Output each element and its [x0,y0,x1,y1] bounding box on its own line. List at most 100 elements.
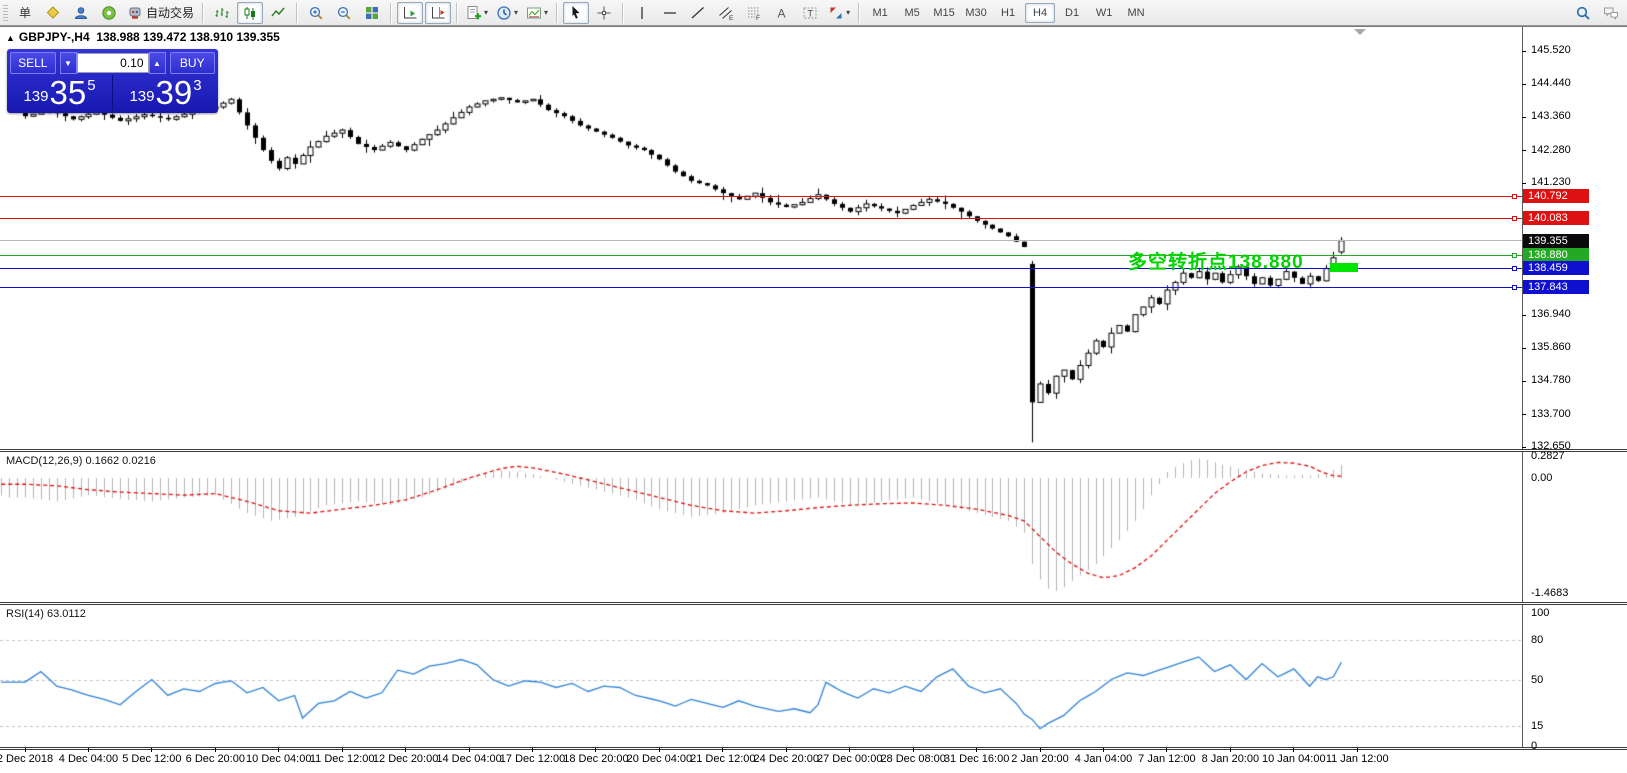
timeframe-m1-button[interactable]: M1 [865,3,895,23]
timeframe-h1-button[interactable]: H1 [993,3,1023,23]
time-axis-label: 21 Dec 12:00 [690,753,756,765]
chart-shift-button[interactable] [425,1,452,24]
chartshift-icon [430,5,446,21]
panel-separator-macd[interactable] [0,449,1627,452]
chart-shift-marker-icon[interactable] [1354,29,1366,35]
timeframe-d1-button[interactable]: D1 [1057,3,1087,23]
time-axis-tick [342,748,343,752]
rsi-axis-label: 50 [1531,673,1544,686]
svg-text:E: E [729,15,734,21]
timeframe-mn-button[interactable]: MN [1121,3,1151,23]
text-button[interactable]: A [769,2,795,24]
horizontal-line-resistance[interactable] [0,196,1522,197]
toolbar-separator [202,2,205,23]
fibonacci-button[interactable]: F [741,2,767,24]
toolbar-separator [556,2,559,23]
line-anchor-handle[interactable] [1512,253,1517,259]
zoom-out-button[interactable] [331,2,357,24]
volume-decrease-button[interactable]: ▼ [59,52,77,74]
chart-window[interactable]: ▲ GBPJPY-,H4 138.988 139.472 138.910 139.… [0,26,1627,773]
volume-input[interactable]: 0.10 [76,53,149,73]
turning-point-annotation[interactable]: 多空转折点138.880 [1128,247,1304,274]
arrows-button[interactable]: ▾ [825,2,853,24]
trendline-button[interactable] [685,2,711,24]
new-order-button[interactable]: 单 [12,2,38,24]
cursor-button[interactable] [563,1,590,24]
toolbar-separator [390,2,393,23]
time-axis-tick [1357,748,1358,752]
macd-label: MACD(12,26,9) 0.1662 0.0216 [6,455,156,467]
chart-title-ohlc: 138.988 139.472 138.910 139.355 [96,30,280,44]
candlestick-chart-button[interactable] [237,1,264,24]
panel-separator-rsi[interactable] [0,602,1627,605]
line-anchor-handle[interactable] [1512,266,1517,272]
profile-icon[interactable] [68,2,94,24]
buy-button[interactable]: BUY [169,52,215,74]
auto-trading-button-label: 自动交易 [146,6,195,20]
time-axis-label: 10 Dec 04:00 [246,753,312,765]
time-axis-label: 2 Jan 20:00 [1011,753,1069,765]
horizontal-line-button[interactable] [657,2,683,24]
time-axis-label: 10 Jan 04:00 [1261,753,1326,765]
time-axis-tick [849,748,850,752]
chart-box-icon[interactable] [40,2,66,24]
buy-price-base: 139 [129,88,155,105]
timeframe-w1-button[interactable]: W1 [1089,3,1119,23]
toolbar-drag-handle[interactable] [3,4,8,21]
equidistant-channel-button[interactable]: E [713,2,739,24]
auto-scroll-button[interactable] [397,1,424,24]
timeframe-m15-button[interactable]: M15 [929,3,959,23]
profile-icon [73,5,89,21]
chevron-down-icon[interactable]: ▾ [544,8,548,17]
time-axis-label: 18 Dec 20:00 [563,753,629,765]
time-axis-tick [976,748,977,752]
time-axis-tick [913,748,914,752]
vertical-line-button[interactable] [629,2,655,24]
time-axis-tick [1166,748,1167,752]
macd-axis-label: -1.4683 [1531,586,1569,599]
cursor-icon [568,5,584,21]
sell-button[interactable]: SELL [10,52,56,74]
robot-icon [127,5,143,21]
macd-axis-label: 0.2827 [1531,449,1565,462]
timeframe-m5-button[interactable]: M5 [897,3,927,23]
price-axis-tick [1522,315,1526,316]
indicators-button[interactable]: ▾ [463,2,491,24]
chevron-down-icon[interactable]: ▾ [846,8,850,17]
template-icon [526,5,542,21]
line-anchor-handle[interactable] [1512,194,1517,200]
periods-button[interactable]: ▾ [493,2,521,24]
tile-windows-button[interactable] [359,2,385,24]
time-axis-tick [1103,748,1104,752]
chat-button[interactable] [1598,2,1624,24]
crosshair-button[interactable] [591,2,617,24]
bar-chart-button[interactable] [209,2,235,24]
line-anchor-handle[interactable] [1512,216,1517,222]
volume-increase-button[interactable]: ▲ [148,52,166,74]
horizontal-line-support[interactable] [0,287,1522,288]
collapse-icon[interactable]: ▲ [6,33,15,43]
price-axis-tick [1522,183,1526,184]
timeframe-h4-button[interactable]: H4 [1025,2,1056,23]
signals-icon[interactable] [96,2,122,24]
chevron-down-icon[interactable]: ▾ [514,8,518,17]
search-button[interactable] [1570,2,1596,24]
buy-price[interactable]: 139 39 3 [113,75,218,111]
timeframe-m30-button[interactable]: M30 [961,3,991,23]
price-axis-tick [1522,381,1526,382]
zoom-in-button[interactable] [303,2,329,24]
line-anchor-handle[interactable] [1512,285,1517,291]
chevron-down-icon[interactable]: ▾ [484,8,488,17]
time-axis-tick [88,748,89,752]
line-chart-button[interactable] [265,2,291,24]
time-axis-tick [25,748,26,752]
templates-button[interactable]: ▾ [523,2,551,24]
horizontal-line-resistance[interactable] [0,218,1522,219]
chart-canvas[interactable] [0,27,1627,773]
auto-trading-button[interactable]: 自动交易 [124,2,197,24]
chart-title-symbol: GBPJPY-,H4 [18,30,90,44]
text-label-button[interactable]: T [797,2,823,24]
time-axis-label: 31 Dec 16:00 [943,753,1010,765]
sell-price[interactable]: 139 35 5 [7,75,113,111]
green-rectangle-annotation[interactable] [1330,263,1358,272]
